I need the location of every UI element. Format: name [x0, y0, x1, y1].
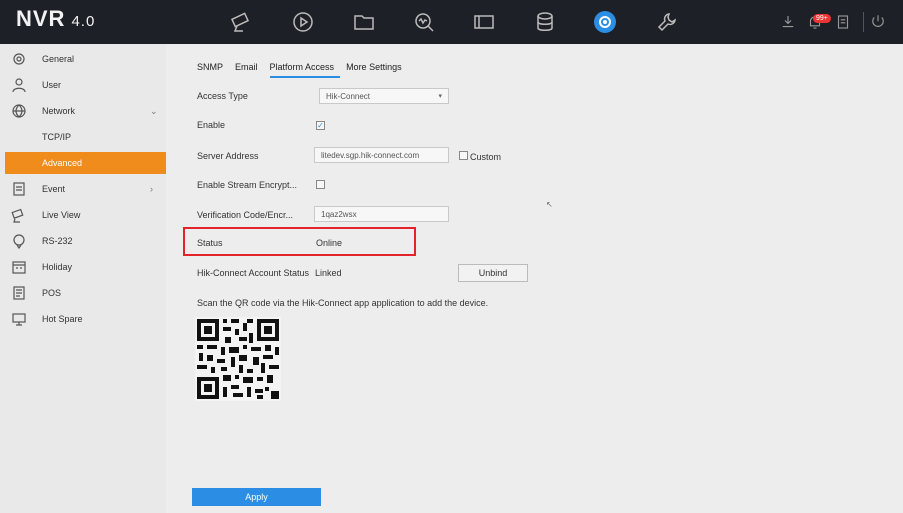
custom-checkbox[interactable]: [459, 151, 468, 160]
download-icon[interactable]: [779, 10, 797, 34]
server-address-label: Server Address: [197, 151, 259, 161]
sidebar-item-label: Live View: [42, 210, 81, 220]
power-icon[interactable]: [869, 10, 887, 34]
sidebar-item-rs232[interactable]: RS-232: [0, 230, 166, 252]
sidebar-item-label: General: [42, 54, 75, 64]
screen-icon[interactable]: [471, 10, 497, 34]
qr-code-icon: [195, 317, 281, 401]
verification-code-field[interactable]: 1qaz2wsx: [314, 206, 449, 222]
sidebar-item-general[interactable]: General: [0, 48, 166, 70]
event-icon: [13, 182, 25, 196]
server-address-field[interactable]: litedev.sgp.hik-connect.com: [314, 147, 449, 163]
sidebar-item-live-view[interactable]: Live View: [0, 204, 166, 226]
enable-checkbox[interactable]: ✓: [316, 121, 325, 130]
tab-more-settings[interactable]: More Settings: [346, 60, 408, 78]
camera-icon[interactable]: [228, 10, 254, 34]
globe-icon: [12, 104, 26, 118]
user-icon: [12, 78, 26, 93]
calendar-icon: [12, 261, 26, 274]
sidebar-item-label: TCP/IP: [42, 132, 72, 142]
sidebar-item-label: Holiday: [42, 262, 73, 272]
sidebar-item-holiday[interactable]: Holiday: [0, 256, 166, 278]
status-label: Status: [197, 238, 223, 248]
sidebar-item-network[interactable]: Network ⌄: [0, 100, 166, 122]
sidebar-item-label: Advanced: [42, 158, 83, 168]
top-bar: NVR 4.0 99+: [0, 0, 903, 44]
tab-platform-access[interactable]: Platform Access: [269, 60, 341, 78]
qr-hint-text: Scan the QR code via the Hik-Connect app…: [197, 298, 489, 308]
verification-code-label: Verification Code/Encr...: [197, 210, 294, 220]
sidebar-item-pos[interactable]: POS: [0, 282, 166, 304]
chevron-down-icon: ▾: [438, 93, 442, 100]
sidebar-item-label: Hot Spare: [42, 314, 83, 324]
stream-encryption-label: Enable Stream Encrypt...: [197, 180, 298, 190]
access-type-select[interactable]: Hik-Connect ▾: [319, 88, 449, 104]
playback-icon[interactable]: [290, 10, 316, 34]
sidebar-item-tcpip[interactable]: TCP/IP: [0, 126, 166, 148]
sidebar-item-label: POS: [42, 288, 62, 298]
server-address-value: litedev.sgp.hik-connect.com: [321, 150, 420, 160]
brand-version: 4.0: [71, 13, 96, 30]
tab-snmp[interactable]: SNMP: [197, 60, 229, 78]
custom-label: Custom: [470, 152, 502, 162]
verification-code-value: 1qaz2wsx: [321, 209, 357, 219]
alarm-badge: 99+: [813, 14, 831, 23]
settings-icon[interactable]: [592, 10, 618, 34]
sidebar-item-label: Network: [42, 106, 76, 116]
account-status-value: Linked: [315, 268, 342, 278]
gear-icon: [13, 53, 25, 65]
chevron-right-icon: ›: [150, 184, 153, 194]
access-type-value: Hik-Connect: [326, 91, 371, 101]
live-view-icon: [11, 208, 24, 223]
sidebar-item-label: Event: [42, 184, 66, 194]
sidebar-item-hot-spare[interactable]: Hot Spare: [0, 308, 166, 330]
task-icon[interactable]: [834, 10, 852, 34]
sidebar-item-event[interactable]: Event ›: [0, 178, 166, 200]
brand-logo: NVR 4.0: [16, 6, 95, 32]
maintenance-icon[interactable]: [654, 10, 680, 34]
tab-bar: SNMP Email Platform Access More Settings: [197, 60, 414, 78]
sidebar-item-user[interactable]: User: [0, 74, 166, 96]
enable-label: Enable: [197, 120, 226, 130]
hot-spare-icon: [12, 313, 26, 326]
storage-icon[interactable]: [532, 10, 558, 34]
sidebar: General User Network ⌄ TCP/IP Advanced E…: [0, 44, 166, 513]
top-divider: [863, 12, 864, 32]
access-type-label: Access Type: [197, 91, 248, 101]
apply-button[interactable]: Apply: [192, 488, 321, 506]
stream-encryption-checkbox[interactable]: [316, 180, 325, 189]
pos-icon: [13, 286, 25, 300]
sidebar-item-label: RS-232: [42, 236, 73, 246]
chevron-down-icon: ⌄: [150, 105, 158, 116]
brand-name: NVR: [16, 6, 66, 31]
sidebar-item-label: User: [42, 80, 62, 90]
unbind-button[interactable]: Unbind: [458, 264, 528, 282]
file-icon[interactable]: [351, 10, 377, 34]
content-panel: SNMP Email Platform Access More Settings…: [166, 44, 903, 513]
account-status-label: Hik-Connect Account Status: [197, 268, 310, 278]
rs232-icon: [13, 234, 25, 249]
tab-email[interactable]: Email: [235, 60, 264, 78]
sidebar-item-advanced[interactable]: Advanced: [5, 152, 166, 174]
status-value: Online: [316, 238, 343, 248]
mouse-cursor-icon: ↖: [546, 200, 553, 209]
analytics-icon[interactable]: [411, 10, 437, 34]
